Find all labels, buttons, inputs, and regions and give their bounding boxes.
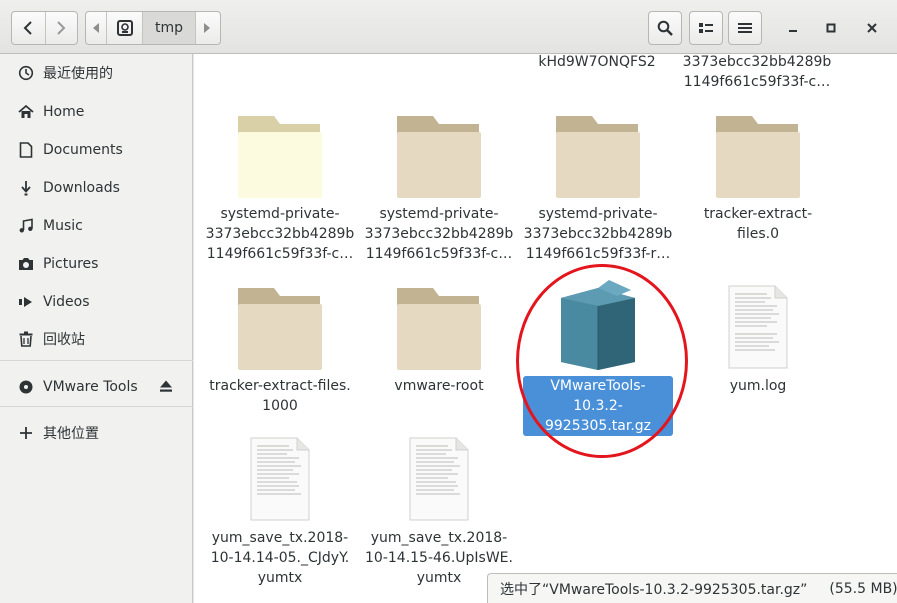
recent-icon bbox=[18, 65, 34, 81]
trash-icon bbox=[18, 331, 34, 347]
documents-icon bbox=[18, 142, 34, 158]
disc-icon bbox=[18, 379, 34, 395]
path-left-icon bbox=[93, 23, 99, 33]
file-item[interactable]: tracker-extract-files. 1000 bbox=[205, 286, 355, 416]
file-name: 3373ebcc32bb4289b 1149f661c59f33f-c… bbox=[682, 54, 832, 90]
maximize-icon bbox=[826, 23, 836, 33]
home-icon bbox=[18, 104, 34, 120]
file-name: systemd-private- 3373ebcc32bb4289b 1149f66… bbox=[364, 206, 514, 262]
sidebar-item-home[interactable]: Home bbox=[0, 95, 193, 129]
file-name: yum.log bbox=[729, 378, 787, 394]
selection-status-bar: 选中了“VMwareTools-10.3.2-9925305.tar.gz” (… bbox=[487, 573, 897, 603]
text-file-icon bbox=[683, 284, 833, 370]
file-item[interactable]: vmware-root bbox=[364, 286, 514, 416]
forward-button[interactable] bbox=[44, 12, 78, 44]
path-bar: tmp bbox=[85, 11, 221, 45]
sidebar-item-label: Pictures bbox=[43, 256, 99, 272]
file-item[interactable]: 3373ebcc32bb4289b 1149f661c59f33f-c… bbox=[682, 54, 832, 92]
sidebar-item-label: Music bbox=[43, 218, 83, 234]
downloads-icon bbox=[18, 180, 34, 196]
file-item[interactable]: yum_save_tx.2018- 10-14.14-05._CJdyY. yumt… bbox=[205, 436, 355, 586]
view-toggle-button[interactable] bbox=[689, 11, 723, 45]
back-button[interactable] bbox=[12, 12, 45, 44]
file-name: systemd-private- 3373ebcc32bb4289b 1149f66… bbox=[205, 206, 355, 262]
sidebar-item-trash[interactable]: 回收站 bbox=[0, 322, 193, 356]
maximize-button[interactable] bbox=[820, 17, 842, 39]
sidebar-item-videos[interactable]: Videos bbox=[0, 285, 193, 319]
sidebar-item-music[interactable]: Music bbox=[0, 209, 193, 243]
path-segment-label: tmp bbox=[155, 20, 184, 36]
sidebar: 最近使用的 Home Documents Downloads Music Pic… bbox=[0, 54, 193, 603]
menu-icon bbox=[738, 23, 752, 33]
folder-icon bbox=[364, 286, 514, 372]
close-button[interactable] bbox=[861, 17, 883, 39]
path-scroll-left-button[interactable] bbox=[86, 12, 106, 44]
minimize-button[interactable] bbox=[782, 17, 804, 39]
sidebar-item-label: Home bbox=[43, 104, 85, 120]
file-item[interactable]: yum.log bbox=[683, 284, 833, 414]
file-name: kHd9W7ONQFS2 bbox=[538, 54, 656, 70]
sidebar-item-label: 最近使用的 bbox=[43, 66, 113, 82]
menu-button[interactable] bbox=[728, 11, 762, 45]
sidebar-item-label: Videos bbox=[43, 294, 90, 310]
pictures-icon bbox=[18, 256, 34, 272]
text-file-icon bbox=[205, 436, 355, 522]
close-icon bbox=[867, 23, 877, 33]
minimize-icon bbox=[789, 30, 797, 32]
plus-icon bbox=[18, 425, 34, 441]
file-item[interactable]: systemd-private- 3373ebcc32bb4289b 1149f66… bbox=[205, 114, 355, 264]
drive-icon bbox=[116, 20, 133, 36]
file-name: systemd-private- 3373ebcc32bb4289b 1149f66… bbox=[523, 206, 673, 262]
path-segment-tmp[interactable]: tmp bbox=[142, 12, 196, 44]
sidebar-item-downloads[interactable]: Downloads bbox=[0, 171, 193, 205]
folder-icon bbox=[205, 286, 355, 372]
back-icon bbox=[23, 21, 32, 35]
path-drive-button[interactable] bbox=[106, 12, 142, 44]
file-name: tracker-extract-files. 1000 bbox=[209, 378, 351, 414]
header-bar: tmp bbox=[0, 0, 897, 54]
folder-icon bbox=[683, 114, 833, 200]
search-icon bbox=[657, 20, 673, 36]
file-item[interactable]: systemd-private- 3373ebcc32bb4289b 1149f66… bbox=[364, 114, 514, 264]
sidebar-item-documents[interactable]: Documents bbox=[0, 133, 193, 167]
sidebar-item-label: Documents bbox=[43, 142, 123, 158]
folder-icon bbox=[205, 114, 355, 200]
sidebar-item-other-locations[interactable]: 其他位置 bbox=[0, 416, 193, 450]
file-name: vmware-root bbox=[394, 378, 484, 394]
text-file-icon bbox=[364, 436, 514, 522]
sidebar-item-label: 回收站 bbox=[43, 332, 85, 348]
folder-icon bbox=[523, 114, 673, 200]
annotation-circle bbox=[516, 264, 688, 458]
forward-icon bbox=[57, 21, 66, 35]
sidebar-item-label: VMware Tools bbox=[43, 379, 138, 395]
history-buttons bbox=[11, 11, 78, 45]
status-size-text: (55.5 MB) bbox=[829, 580, 897, 597]
search-button[interactable] bbox=[648, 11, 682, 45]
sidebar-separator bbox=[0, 360, 193, 361]
sidebar-separator bbox=[0, 406, 193, 407]
music-icon bbox=[18, 218, 34, 234]
sidebar-item-recent[interactable]: 最近使用的 bbox=[0, 56, 193, 90]
sidebar-item-vmware-tools[interactable]: VMware Tools bbox=[0, 370, 193, 404]
videos-icon bbox=[18, 294, 34, 310]
path-scroll-right-button[interactable] bbox=[195, 12, 217, 44]
sidebar-item-label: 其他位置 bbox=[43, 426, 99, 442]
file-item[interactable]: systemd-private- 3373ebcc32bb4289b 1149f66… bbox=[523, 114, 673, 264]
status-selected-text: 选中了“VMwareTools-10.3.2-9925305.tar.gz” bbox=[500, 581, 808, 598]
file-name: yum_save_tx.2018- 10-14.14-05._CJdyY. yumt… bbox=[210, 530, 350, 586]
path-right-icon bbox=[203, 23, 210, 33]
file-item[interactable]: kHd9W7ONQFS2 bbox=[522, 54, 672, 82]
eject-icon[interactable] bbox=[159, 379, 173, 397]
file-item[interactable]: yum_save_tx.2018- 10-14.15-46.UpIsWE. yumt… bbox=[364, 436, 514, 586]
file-item[interactable]: tracker-extract-files.0 bbox=[683, 114, 833, 264]
sidebar-item-label: Downloads bbox=[43, 180, 120, 196]
folder-icon bbox=[364, 114, 514, 200]
file-name: tracker-extract-files.0 bbox=[703, 206, 813, 242]
sidebar-item-pictures[interactable]: Pictures bbox=[0, 247, 193, 281]
list-view-icon bbox=[699, 23, 713, 33]
